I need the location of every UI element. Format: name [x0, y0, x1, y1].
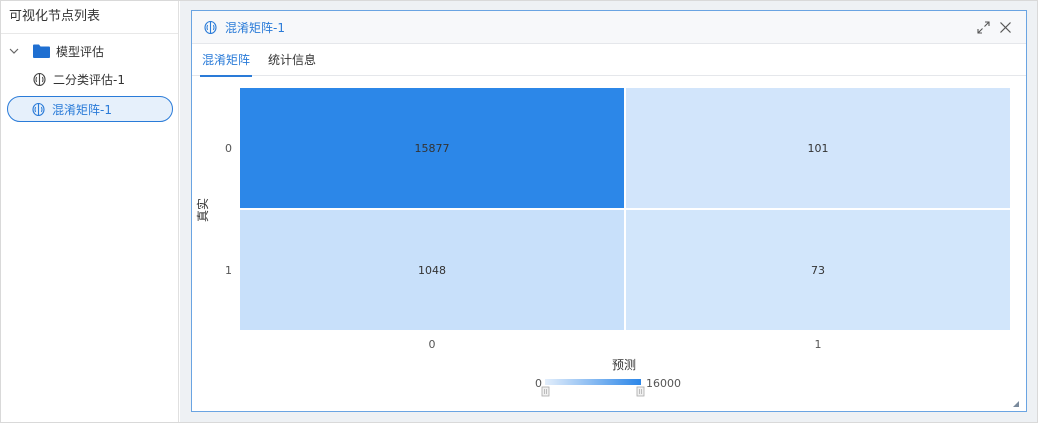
- node-eval-icon: [32, 102, 45, 116]
- y-tick-label: 0: [225, 142, 232, 155]
- x-tick-label: 1: [815, 338, 822, 351]
- cell-value-label: 1048: [418, 264, 446, 277]
- colorbar-min-label: 0: [535, 377, 542, 390]
- colorbar-max-label: 16000: [646, 377, 681, 390]
- x-tick-label: 0: [429, 338, 436, 351]
- node-eval-icon: [33, 72, 46, 86]
- panel-tabs: 混淆矩阵 统计信息: [192, 45, 1026, 77]
- y-tick-label: 1: [225, 264, 232, 277]
- cell-value-label: 73: [811, 264, 825, 277]
- tree-item-label: 二分类评估-1: [53, 72, 125, 87]
- tree-item-label: 混淆矩阵-1: [52, 102, 112, 117]
- close-icon[interactable]: [999, 21, 1012, 34]
- cell-value-label: 15877: [415, 142, 450, 155]
- tree-item-binary-eval[interactable]: 二分类评估-1: [33, 67, 125, 91]
- colorbar-min-handle[interactable]: [541, 386, 550, 397]
- x-axis-title: 预测: [612, 358, 636, 372]
- node-list-sidebar: 可视化节点列表 模型评估 二分类评估-1 混淆矩阵-1: [1, 1, 179, 422]
- tree-folder-label: 模型评估: [56, 44, 105, 59]
- sidebar-title: 可视化节点列表: [1, 1, 178, 34]
- tab-confusion-matrix[interactable]: 混淆矩阵: [199, 45, 253, 77]
- panel-title: 混淆矩阵-1: [225, 20, 285, 35]
- tab-statistics[interactable]: 统计信息: [268, 45, 316, 76]
- resize-grip-icon[interactable]: [1013, 401, 1019, 407]
- panel-header: 混淆矩阵-1: [192, 11, 1026, 44]
- colorbar-max-handle[interactable]: [636, 386, 645, 397]
- tree-folder-model-eval[interactable]: 模型评估: [9, 39, 104, 63]
- chevron-down-icon[interactable]: [9, 46, 19, 56]
- y-axis-title: 真实: [195, 198, 210, 222]
- expand-icon[interactable]: [977, 21, 990, 34]
- cell-value-label: 101: [808, 142, 829, 155]
- folder-icon: [33, 44, 50, 58]
- colorbar-gradient: [545, 379, 641, 385]
- confusion-matrix-chart: 15877 1011048 73010 1 真实 预测 0 16000: [195, 88, 1010, 397]
- tree-item-confusion-matrix[interactable]: 混淆矩阵-1: [7, 96, 173, 122]
- colorbar: 0 16000: [535, 377, 681, 397]
- node-eval-icon: [204, 20, 217, 34]
